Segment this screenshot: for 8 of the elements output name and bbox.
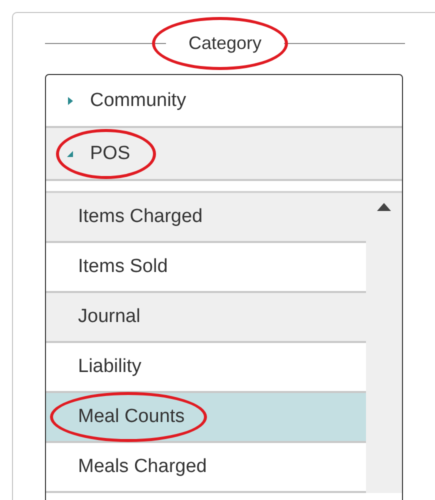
scroll-up-icon[interactable] bbox=[377, 203, 391, 211]
list-item[interactable]: Meal Counts bbox=[46, 393, 366, 443]
legend-title: Category bbox=[166, 33, 284, 54]
list-item[interactable]: Journal bbox=[46, 293, 366, 343]
collapse-triangle-icon bbox=[66, 150, 74, 158]
list-item[interactable]: Items Charged bbox=[46, 193, 366, 243]
tree-group[interactable]: POS bbox=[46, 128, 402, 181]
expand-triangle-icon bbox=[66, 96, 74, 104]
